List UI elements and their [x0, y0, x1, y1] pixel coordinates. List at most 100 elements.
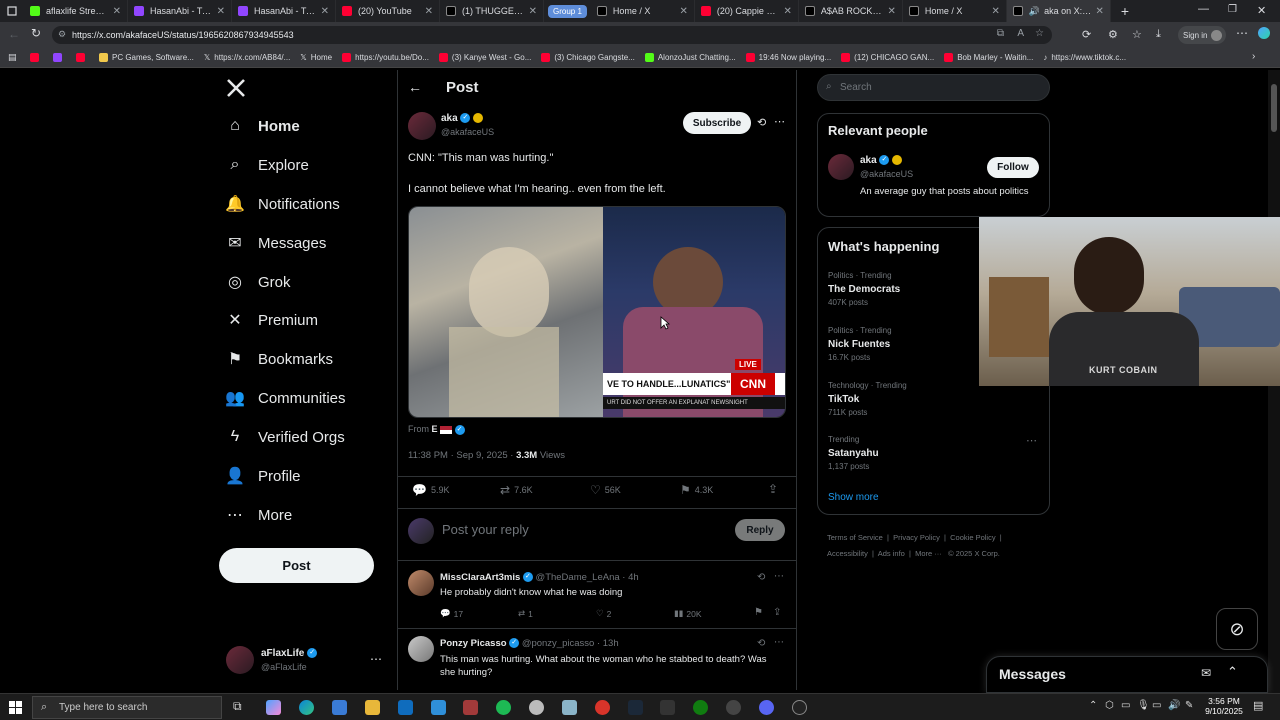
performance-icon[interactable]: ⚙ [1108, 28, 1118, 41]
bookmarks-folder-icon[interactable]: ▤ [8, 52, 17, 63]
browser-tab[interactable]: Home / X ✕ [591, 0, 695, 22]
windows-start-icon[interactable] [9, 701, 22, 719]
discord-app-icon[interactable] [759, 700, 774, 715]
close-tab-icon[interactable]: ✕ [680, 6, 688, 17]
bookmark-item[interactable]: 𝕏 Home [300, 53, 332, 62]
follow-button[interactable]: Follow [987, 157, 1039, 178]
url-field[interactable]: ⚙ https://x.com/akafaceUS/status/1965620… [52, 26, 1052, 44]
trend-more-icon[interactable]: ⋯ [1026, 434, 1037, 447]
clock[interactable]: 3:56 PM 9/10/2025 [1202, 696, 1246, 716]
tweet-media-video[interactable]: LIVE VE TO HANDLE...LUNATICS" CNN URT DI… [408, 206, 786, 418]
grok-icon[interactable]: ⟲ [757, 572, 765, 583]
install-app-icon[interactable]: ⧉ [997, 28, 1004, 39]
tray-chevron-icon[interactable]: ⌃ [1089, 700, 1097, 711]
messages-drawer[interactable]: Messages ✉ ⌃ [986, 656, 1268, 693]
close-tab-icon[interactable]: ✕ [529, 6, 537, 17]
app-icon[interactable] [660, 700, 675, 715]
new-tab-icon[interactable]: + [1121, 3, 1129, 19]
store-app-icon[interactable] [332, 700, 347, 715]
person-avatar[interactable] [828, 154, 854, 180]
scrollbar-thumb[interactable] [1271, 84, 1277, 132]
repost-action[interactable]: ⇄ 7.6K [500, 483, 533, 497]
tab-group-label[interactable]: Group 1 [548, 4, 587, 18]
person-name[interactable]: aka ✓ [860, 155, 903, 166]
site-info-icon[interactable]: ⚙ [58, 29, 66, 40]
bookmark-item[interactable]: (3) Chicago Gangste... [541, 53, 635, 62]
app-icon[interactable] [562, 700, 577, 715]
copilot-icon[interactable] [1258, 27, 1270, 39]
more-options-icon[interactable]: ⋯ [774, 637, 784, 648]
nav-item-messages[interactable]: ✉ Messages [226, 234, 326, 253]
reply-like-action[interactable]: ♡ 2 [596, 608, 611, 619]
bookmark-item[interactable]: https://youtu.be/Do... [342, 53, 429, 62]
notifications-icon[interactable]: ▤ [1253, 699, 1263, 712]
restore-icon[interactable]: ❐ [1228, 4, 1237, 15]
nav-item-premium[interactable]: ✕ Premium [226, 311, 318, 330]
reply-views-action[interactable]: ▮▮ 20K [674, 608, 701, 619]
taskbar-search-input[interactable]: ⌕ Type here to search [32, 696, 222, 719]
footer-link[interactable]: More ··· [915, 549, 942, 558]
reply-author-name[interactable]: Ponzy Picasso [440, 638, 507, 649]
app-icon[interactable] [463, 700, 478, 715]
tray-app-icon[interactable]: ⬡ [1105, 700, 1114, 711]
subscribe-button[interactable]: Subscribe [683, 112, 751, 134]
downloads-icon[interactable]: ⤓ [1156, 28, 1161, 41]
close-tab-icon[interactable]: ✕ [784, 6, 792, 17]
nav-item-explore[interactable]: ⌕ Explore [226, 156, 309, 174]
grok-floating-button[interactable]: ⊘ [1216, 608, 1258, 650]
tab-actions-icon[interactable] [0, 0, 24, 22]
bookmark-item[interactable] [76, 53, 89, 62]
browser-tab[interactable]: HasanAbi - Twitch✕ [232, 0, 336, 22]
close-tab-icon[interactable]: ✕ [888, 6, 896, 17]
bookmark-item[interactable]: 𝕏https://x.com/AB84/... [204, 53, 290, 62]
outlook-app-icon[interactable] [398, 700, 413, 715]
nav-item-verified-orgs[interactable]: ϟ Verified Orgs [226, 428, 345, 446]
bookmark-item[interactable]: PC Games, Software... [99, 53, 194, 62]
photos-app-icon[interactable] [431, 700, 446, 715]
grok-icon[interactable]: ⟲ [757, 116, 766, 129]
author-handle[interactable]: @akafaceUS [441, 127, 494, 137]
footer-link[interactable]: Accessibility [827, 549, 868, 558]
edge-app-icon[interactable] [299, 700, 314, 715]
xbox-app-icon[interactable] [693, 700, 708, 715]
account-more-icon[interactable]: ⋯ [370, 652, 382, 666]
browser-menu-icon[interactable]: ⋯ [1236, 26, 1248, 40]
close-tab-icon[interactable]: ✕ [321, 6, 329, 17]
reply-reply-action[interactable]: 💬 17 [440, 608, 463, 619]
more-options-icon[interactable]: ⋯ [774, 571, 784, 582]
footer-link[interactable]: Privacy Policy [893, 533, 940, 542]
close-tab-icon[interactable]: ✕ [425, 6, 433, 17]
nav-item-home[interactable]: ⌂ Home [226, 117, 300, 135]
close-tab-icon[interactable]: ✕ [113, 6, 121, 17]
x-logo-icon[interactable] [226, 78, 246, 103]
trend-item[interactable]: Politics · Trending Nick Fuentes 16.7K p… [828, 326, 892, 362]
reply-author-name[interactable]: MissClaraArt3mis [440, 572, 520, 583]
browser-tab[interactable]: aflaxlife Stream - V✕ [24, 0, 128, 22]
app-icon[interactable] [595, 700, 610, 715]
reply-author-avatar[interactable] [408, 636, 434, 662]
close-tab-icon[interactable]: ✕ [992, 6, 1000, 17]
favorites-icon[interactable]: ☆ [1132, 28, 1142, 41]
app-icon[interactable] [726, 700, 741, 715]
person-handle[interactable]: @akafaceUS [860, 169, 913, 179]
bookmark-item[interactable]: (12) CHICAGO GAN... [841, 53, 934, 62]
bookmark-item[interactable]: 19:46 Now playing... [745, 53, 831, 62]
browser-tab[interactable]: Home / X ✕ [903, 0, 1007, 22]
bookmark-item[interactable]: ♪ https://www.tiktok.c... [1043, 53, 1126, 62]
bookmark-icon[interactable]: ⚑ [754, 607, 763, 618]
footer-link[interactable]: Cookie Policy [950, 533, 995, 542]
task-view-icon[interactable]: ⧉ [233, 699, 242, 714]
chevron-right-icon[interactable]: › [1252, 51, 1255, 62]
minimize-icon[interactable]: — [1198, 3, 1209, 15]
browser-tab[interactable]: HasanAbi - Twitch✕ [128, 0, 232, 22]
like-action[interactable]: ♡ 56K [590, 483, 621, 497]
nav-item-communities[interactable]: 👥 Communities [225, 389, 345, 408]
reply-author-handle[interactable]: @TheDame_LeAna [536, 572, 620, 583]
app-icon[interactable] [529, 700, 544, 715]
nav-item-more[interactable]: ⋯ More [226, 506, 292, 525]
chevron-up-icon[interactable]: ⌃ [1227, 664, 1238, 680]
browser-tab[interactable]: A$AB ROCKY on X✕ [799, 0, 903, 22]
bookmark-item[interactable]: AlonzoJust Chatting... [644, 53, 736, 62]
author-avatar[interactable] [408, 112, 436, 140]
bookmark-item[interactable]: (3) Kanye West - Go... [438, 53, 531, 62]
